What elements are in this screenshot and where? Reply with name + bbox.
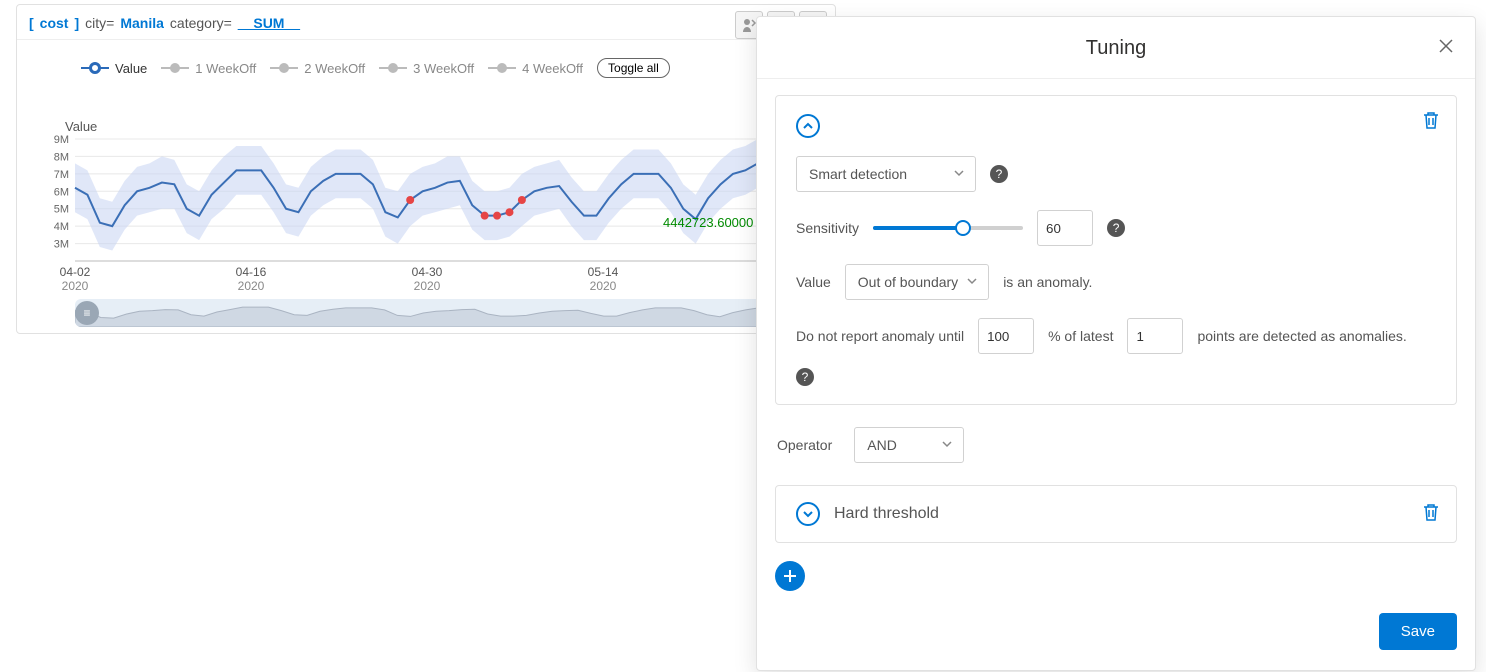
help-icon[interactable]: ? bbox=[1107, 219, 1125, 237]
is-anomaly-text: is an anomaly. bbox=[1003, 274, 1092, 290]
range-handle-left[interactable]: ≡ bbox=[75, 301, 99, 325]
legend-dot-icon bbox=[379, 62, 407, 74]
collapse-button[interactable] bbox=[796, 114, 820, 138]
tuning-title: Tuning bbox=[809, 37, 1423, 60]
svg-text:7M: 7M bbox=[54, 169, 69, 181]
legend-item-4weekoff[interactable]: 4 WeekOff bbox=[488, 61, 583, 76]
svg-text:6M: 6M bbox=[54, 186, 69, 198]
close-icon[interactable] bbox=[1423, 39, 1453, 58]
boundary-select[interactable]: Out of boundary bbox=[845, 264, 989, 300]
select-value: Out of boundary bbox=[858, 274, 958, 290]
delete-icon[interactable] bbox=[1422, 110, 1440, 133]
operator-label: Operator bbox=[777, 437, 832, 453]
legend-label: 2 WeekOff bbox=[304, 61, 365, 76]
save-button[interactable]: Save bbox=[1379, 613, 1457, 650]
dim-city-label: city= bbox=[85, 15, 114, 31]
operator-select[interactable]: AND bbox=[854, 427, 964, 463]
legend-label: 1 WeekOff bbox=[195, 61, 256, 76]
x-tick: 05-142020 bbox=[588, 265, 619, 293]
time-range-slider[interactable]: ≡ bbox=[75, 299, 823, 327]
dim-category-value[interactable]: __SUM__ bbox=[238, 15, 300, 31]
legend-dot-icon bbox=[81, 62, 109, 74]
report-text-post: points are detected as anomalies. bbox=[1197, 328, 1406, 344]
metric-chart-card: [ cost ] city= Manila category= __SUM__ … bbox=[16, 4, 836, 334]
value-label: Value bbox=[796, 274, 831, 290]
chart-plot: 3M 4M 5M 6M 7M 8M 9M bbox=[45, 133, 805, 267]
dim-category-label: category= bbox=[170, 15, 232, 31]
sensitivity-slider[interactable] bbox=[873, 218, 1023, 238]
help-icon[interactable]: ? bbox=[796, 368, 814, 386]
select-value: Smart detection bbox=[809, 166, 907, 182]
chevron-down-icon bbox=[966, 274, 978, 290]
metric-name[interactable]: cost bbox=[40, 15, 69, 31]
sensitivity-input[interactable] bbox=[1037, 210, 1093, 246]
chevron-down-icon bbox=[953, 166, 965, 182]
legend-item-3weekoff[interactable]: 3 WeekOff bbox=[379, 61, 474, 76]
legend-dot-icon bbox=[488, 62, 516, 74]
svg-text:3M: 3M bbox=[54, 239, 69, 251]
delete-icon[interactable] bbox=[1422, 502, 1440, 527]
hard-threshold-title: Hard threshold bbox=[834, 505, 939, 523]
report-pct-input[interactable] bbox=[978, 318, 1034, 354]
legend-dot-icon bbox=[270, 62, 298, 74]
dim-city-value[interactable]: Manila bbox=[120, 15, 164, 31]
legend-label: Value bbox=[115, 61, 147, 76]
hover-tooltip-value: 4442723.60000 bbox=[663, 215, 753, 230]
tuning-header: Tuning bbox=[757, 17, 1475, 79]
report-text-mid: % of latest bbox=[1048, 328, 1113, 344]
slider-thumb[interactable] bbox=[955, 220, 971, 236]
report-points-input[interactable] bbox=[1127, 318, 1183, 354]
legend-label: 3 WeekOff bbox=[413, 61, 474, 76]
report-text-pre: Do not report anomaly until bbox=[796, 328, 964, 344]
tuning-panel: Tuning Smart detection ? bbox=[756, 16, 1476, 671]
legend-item-2weekoff[interactable]: 2 WeekOff bbox=[270, 61, 365, 76]
svg-text:5M: 5M bbox=[54, 204, 69, 216]
operator-row: Operator AND bbox=[777, 427, 1455, 463]
legend-dot-icon bbox=[161, 62, 189, 74]
x-tick: 04-022020 bbox=[60, 265, 91, 293]
chart-header: [ cost ] city= Manila category= __SUM__ bbox=[17, 5, 835, 40]
help-icon[interactable]: ? bbox=[990, 165, 1008, 183]
svg-text:9M: 9M bbox=[54, 134, 69, 146]
chevron-down-icon bbox=[941, 437, 953, 453]
svg-text:4M: 4M bbox=[54, 221, 69, 233]
tuning-body: Smart detection ? Sensitivity ? Va bbox=[757, 79, 1475, 670]
metric-bracket: [ bbox=[29, 15, 34, 31]
y-axis-title: Value bbox=[65, 119, 97, 134]
sensitivity-label: Sensitivity bbox=[796, 220, 859, 236]
add-condition-button[interactable] bbox=[775, 561, 805, 591]
smart-detection-section: Smart detection ? Sensitivity ? Va bbox=[775, 95, 1457, 405]
chart-legend: Value 1 WeekOff 2 WeekOff 3 WeekOff 4 We… bbox=[17, 40, 835, 78]
metric-bracket-close: ] bbox=[74, 15, 79, 31]
select-value: AND bbox=[867, 437, 897, 453]
legend-item-1weekoff[interactable]: 1 WeekOff bbox=[161, 61, 256, 76]
detection-method-select[interactable]: Smart detection bbox=[796, 156, 976, 192]
expand-button[interactable] bbox=[796, 502, 820, 526]
legend-item-value[interactable]: Value bbox=[81, 61, 147, 76]
hard-threshold-section: Hard threshold bbox=[775, 485, 1457, 543]
legend-label: 4 WeekOff bbox=[522, 61, 583, 76]
svg-text:8M: 8M bbox=[54, 151, 69, 163]
x-tick: 04-302020 bbox=[412, 265, 443, 293]
x-tick: 04-162020 bbox=[236, 265, 267, 293]
toggle-all-button[interactable]: Toggle all bbox=[597, 58, 670, 78]
